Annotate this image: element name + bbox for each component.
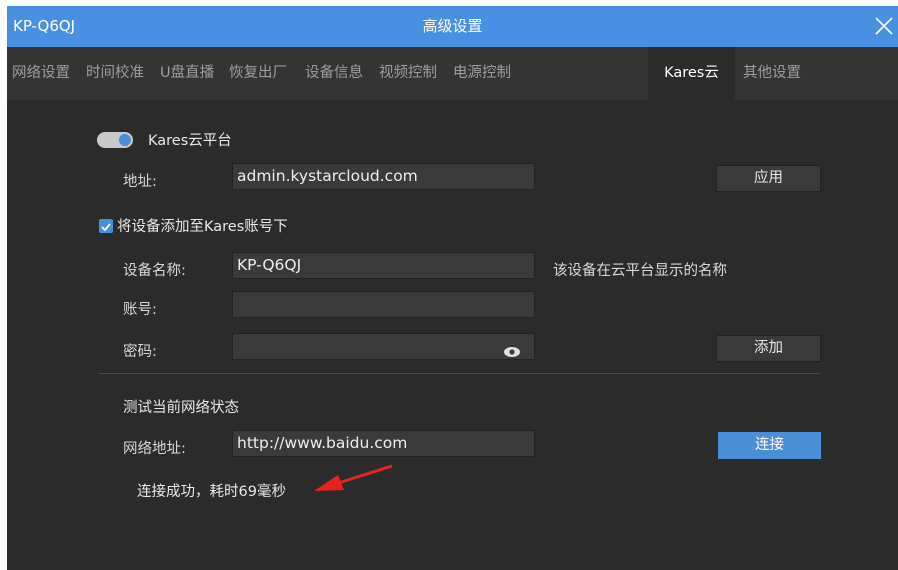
add-button[interactable]: 添加 — [716, 335, 821, 362]
eye-icon[interactable] — [503, 346, 521, 358]
kares-cloud-label: Kares云平台 — [148, 133, 232, 149]
address-input[interactable]: admin.kystarcloud.com — [232, 163, 535, 190]
device-name-input[interactable]: KP-Q6QJ — [232, 252, 535, 279]
tab-bar: 网络设置 时间校准 U盘直播 恢复出厂 设备信息 视频控制 电源控制 Kares… — [7, 47, 898, 100]
device-name-hint: 该设备在云平台显示的名称 — [553, 263, 727, 279]
network-address-label: 网络地址: — [123, 441, 186, 457]
tab-other-settings[interactable]: 其他设置 — [743, 47, 801, 100]
password-input[interactable] — [232, 333, 535, 360]
connect-button[interactable]: 连接 — [718, 432, 821, 459]
section-divider — [98, 373, 820, 374]
title-bar: KP-Q6QJ 高级设置 — [7, 6, 898, 47]
toggle-knob — [119, 134, 131, 146]
kares-cloud-toggle[interactable] — [97, 132, 133, 148]
tab-usb-live[interactable]: U盘直播 — [160, 47, 214, 100]
add-device-label: 将设备添加至Kares账号下 — [117, 219, 288, 235]
account-label: 账号: — [123, 302, 157, 318]
connection-result: 连接成功，耗时69毫秒 — [137, 484, 286, 500]
tab-device-info[interactable]: 设备信息 — [305, 47, 363, 100]
close-icon[interactable] — [868, 6, 898, 47]
checkmark-icon — [101, 223, 111, 232]
tab-network-settings[interactable]: 网络设置 — [12, 47, 70, 100]
red-arrow-icon — [314, 464, 393, 491]
password-label: 密码: — [123, 344, 157, 360]
account-input[interactable] — [232, 291, 535, 318]
apply-button[interactable]: 应用 — [716, 165, 821, 192]
tab-video-control[interactable]: 视频控制 — [379, 47, 437, 100]
device-name-label: 设备名称: — [123, 263, 186, 279]
address-label: 地址: — [123, 174, 157, 190]
add-device-checkbox[interactable] — [99, 219, 113, 233]
tab-factory-reset[interactable]: 恢复出厂 — [229, 47, 287, 100]
tab-kares-cloud[interactable]: Kares云 — [648, 47, 735, 100]
window-title: 高级设置 — [422, 17, 483, 35]
tab-power-control[interactable]: 电源控制 — [453, 47, 511, 100]
advanced-settings-window: KP-Q6QJ 高级设置 网络设置 时间校准 U盘直播 恢复出厂 设备信息 视频… — [7, 6, 898, 570]
tab-time-calibration[interactable]: 时间校准 — [86, 47, 144, 100]
network-address-input[interactable]: http://www.baidu.com — [232, 430, 535, 457]
network-test-title: 测试当前网络状态 — [123, 400, 239, 416]
